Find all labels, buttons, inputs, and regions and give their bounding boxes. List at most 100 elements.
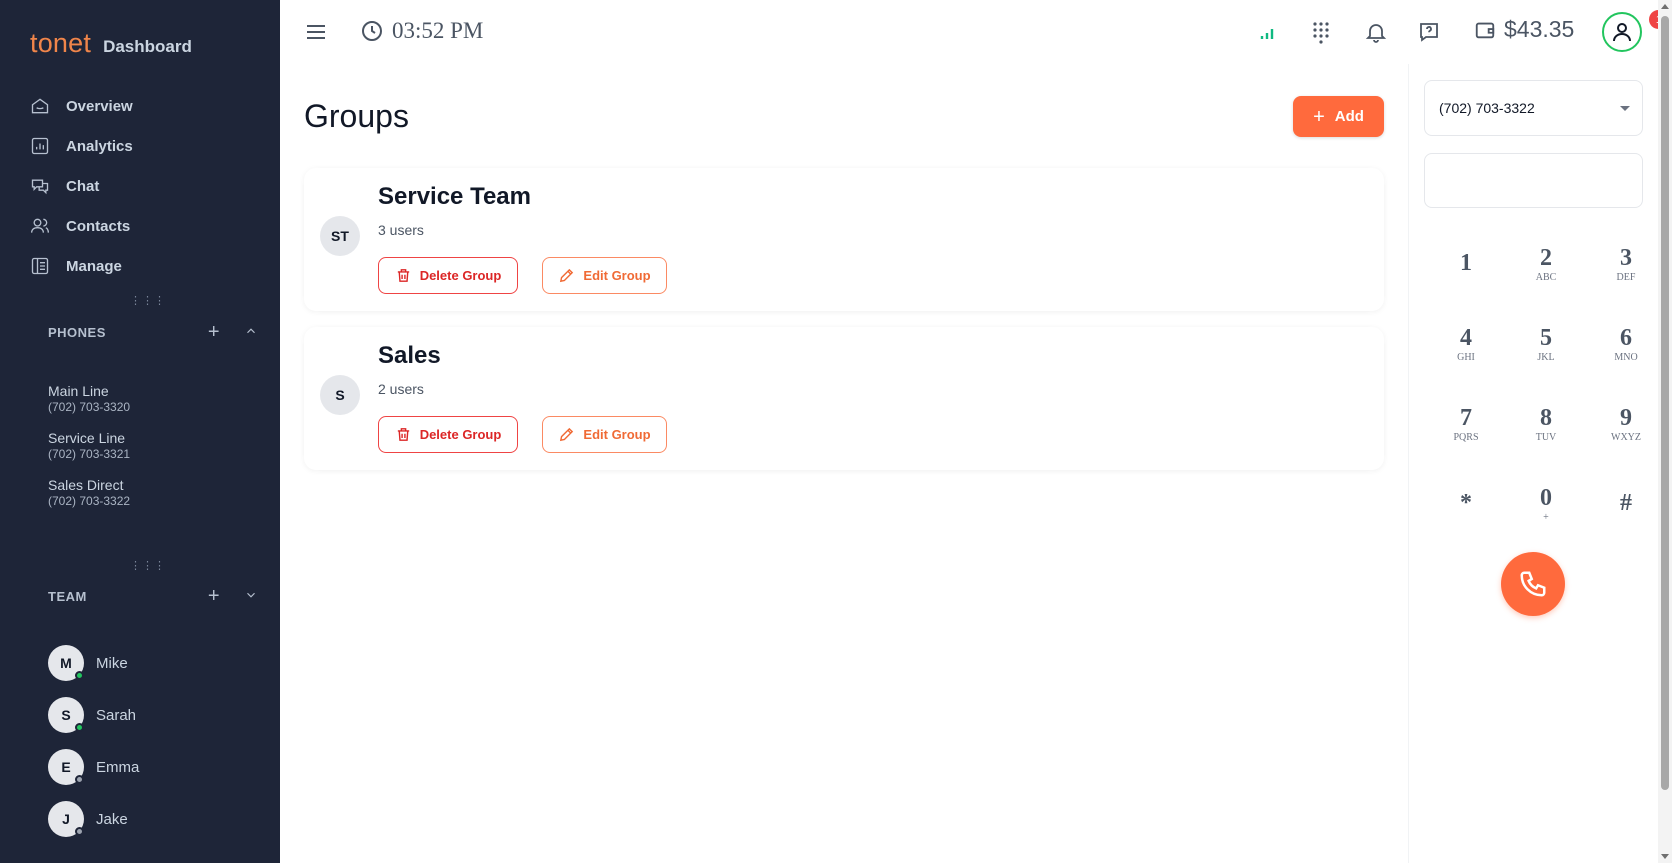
page-scrollbar[interactable]: [1658, 0, 1672, 863]
edit-group-label: Edit Group: [583, 268, 651, 283]
key-digit: #: [1620, 490, 1632, 516]
selected-number: (702) 703-3322: [1439, 100, 1535, 116]
team-member-name: Jake: [96, 810, 128, 828]
edit-group-button[interactable]: Edit Group: [542, 257, 667, 294]
key-digit: 2: [1540, 244, 1552, 271]
plus-icon: +: [1313, 105, 1325, 128]
key-2[interactable]: 2 ABC: [1516, 234, 1576, 294]
avatar: M: [48, 645, 84, 681]
scroll-thumb[interactable]: [1661, 16, 1669, 790]
nav-label: Analytics: [66, 137, 133, 155]
chat-icon: [31, 179, 49, 195]
brand-subtitle: Dashboard: [103, 37, 192, 56]
balance-button[interactable]: $43.35: [1474, 16, 1574, 43]
edit-group-label: Edit Group: [583, 427, 651, 442]
team-section-header: TEAM +: [48, 585, 258, 608]
scroll-up-arrow-icon[interactable]: [1661, 4, 1669, 9]
team-section-title: TEAM: [48, 589, 87, 604]
key-letters: TUV: [1535, 431, 1557, 443]
delete-group-label: Delete Group: [419, 427, 502, 442]
clock-icon: [362, 21, 382, 41]
dial-number-input[interactable]: [1424, 153, 1643, 208]
phone-item-sales-direct[interactable]: Sales Direct (702) 703-3322: [48, 477, 130, 524]
key-8[interactable]: 8 TUV: [1516, 394, 1576, 454]
expand-team-button[interactable]: [244, 588, 258, 605]
group-avatar: S: [320, 375, 360, 415]
team-member-jake[interactable]: J Jake: [48, 793, 139, 845]
phone-item-main-line[interactable]: Main Line (702) 703-3320: [48, 383, 130, 430]
brand[interactable]: tonet Dashboard: [30, 28, 192, 59]
key-letters: PQRS: [1453, 431, 1479, 443]
team-member-mike[interactable]: M Mike: [48, 637, 139, 689]
user-icon: [1613, 23, 1631, 42]
add-team-member-button[interactable]: +: [204, 585, 224, 608]
status-offline-indicator: [75, 775, 84, 784]
key-letters: JKL: [1537, 351, 1555, 363]
team-member-name: Mike: [96, 654, 128, 672]
team-list: M Mike S Sarah E Emma J Jake: [48, 637, 139, 845]
nav-label: Overview: [66, 97, 133, 115]
key-letters: WXYZ: [1611, 431, 1641, 443]
key-4[interactable]: 4 GHI: [1436, 314, 1496, 374]
main-nav: Overview Analytics Chat Contacts Manage: [30, 86, 133, 286]
phone-item-service-line[interactable]: Service Line (702) 703-3321: [48, 430, 130, 477]
add-button-label: Add: [1334, 108, 1364, 125]
key-hash[interactable]: #: [1596, 474, 1656, 534]
key-3[interactable]: 3 DEF: [1596, 234, 1656, 294]
edit-group-button[interactable]: Edit Group: [542, 416, 667, 453]
help-button[interactable]: [1415, 18, 1443, 46]
nav-item-chat[interactable]: Chat: [30, 166, 133, 206]
nav-item-overview[interactable]: Overview: [30, 86, 133, 126]
apps-grid-button[interactable]: [1307, 18, 1335, 46]
drag-handle-icon[interactable]: ⋮⋮⋮: [130, 294, 166, 307]
key-9[interactable]: 9 WXYZ: [1596, 394, 1656, 454]
contacts-icon: [31, 218, 49, 233]
key-1[interactable]: 1: [1436, 234, 1496, 294]
collapse-phones-button[interactable]: [244, 324, 258, 341]
chevron-down-icon: [247, 592, 255, 598]
nav-item-manage[interactable]: Manage: [30, 246, 133, 286]
balance-amount: $43.35: [1504, 16, 1575, 42]
key-star[interactable]: *: [1436, 474, 1496, 534]
key-digit: 1: [1460, 250, 1472, 276]
key-6[interactable]: 6 MNO: [1596, 314, 1656, 374]
home-icon: [31, 98, 49, 114]
add-phone-button[interactable]: +: [204, 321, 224, 344]
trash-icon: [397, 269, 409, 282]
nav-item-analytics[interactable]: Analytics: [30, 126, 133, 166]
nav-item-contacts[interactable]: Contacts: [30, 206, 133, 246]
nav-label: Chat: [66, 177, 100, 195]
team-member-sarah[interactable]: S Sarah: [48, 689, 139, 741]
add-group-button[interactable]: + Add: [1293, 96, 1384, 137]
key-0[interactable]: 0 +: [1516, 474, 1576, 534]
phone-number: (702) 703-3322: [48, 494, 131, 508]
key-letters: MNO: [1614, 351, 1638, 363]
hamburger-icon: [307, 25, 325, 39]
key-letters: ABC: [1535, 271, 1557, 283]
notifications-button[interactable]: [1362, 18, 1390, 46]
call-button[interactable]: [1501, 552, 1565, 616]
drag-handle-icon[interactable]: ⋮⋮⋮: [130, 559, 166, 572]
scroll-down-arrow-icon[interactable]: [1661, 854, 1669, 859]
group-card-service-team: ST Service Team 3 users Delete Group Edi…: [304, 168, 1384, 311]
caller-number-select[interactable]: (702) 703-3322: [1424, 80, 1643, 136]
key-digit: 8: [1540, 404, 1552, 431]
key-7[interactable]: 7 PQRS: [1436, 394, 1496, 454]
team-member-emma[interactable]: E Emma: [48, 741, 139, 793]
brand-logo: tonet: [30, 28, 92, 58]
signal-strength-button[interactable]: [1253, 18, 1281, 46]
delete-group-button[interactable]: Delete Group: [378, 257, 518, 294]
menu-toggle-button[interactable]: [304, 20, 328, 44]
user-profile-button[interactable]: [1602, 12, 1642, 52]
main-content: Groups + Add ST Service Team 3 users Del…: [280, 64, 1408, 863]
team-member-name: Sarah: [96, 706, 137, 724]
key-digit: 0: [1540, 484, 1552, 511]
key-5[interactable]: 5 JKL: [1516, 314, 1576, 374]
status-offline-indicator: [75, 827, 84, 836]
current-time: 03:52 PM: [392, 18, 484, 43]
delete-group-button[interactable]: Delete Group: [378, 416, 518, 453]
status-online-indicator: [75, 671, 84, 680]
phones-section-title: PHONES: [48, 325, 106, 340]
top-bar: 03:52 PM 13 $43.35: [280, 0, 1672, 64]
group-name: Service Team: [378, 183, 531, 210]
